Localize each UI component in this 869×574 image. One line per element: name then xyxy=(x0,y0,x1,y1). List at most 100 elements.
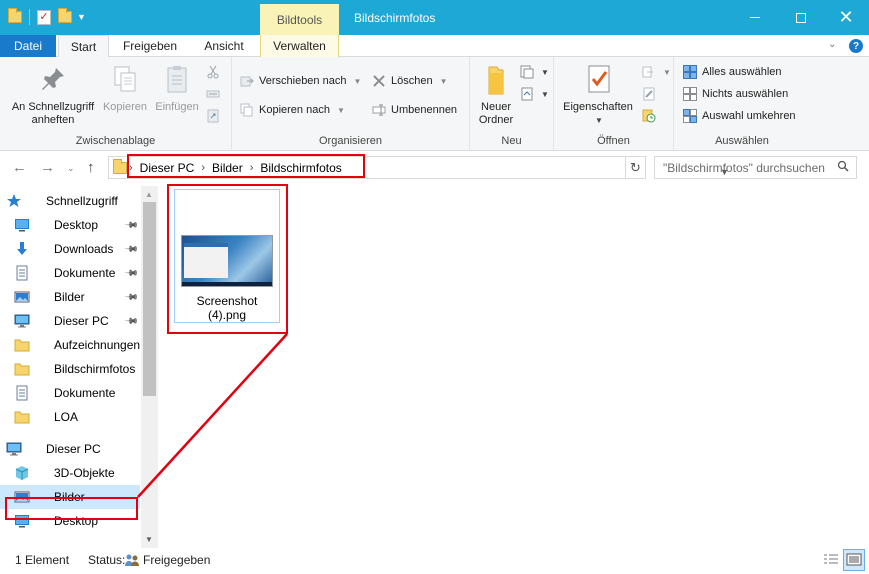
easy-access-button[interactable]: ▼ xyxy=(520,87,549,101)
sidebar-item-dokumente[interactable]: Dokumente 📌 xyxy=(0,261,140,285)
new-folder-button[interactable]: Neuer Ordner xyxy=(472,63,520,127)
new-item-icon xyxy=(520,65,534,79)
tab-freigeben[interactable]: Freigeben xyxy=(112,35,188,57)
sidebar-item-bildschirmfotos[interactable]: Bildschirmfotos xyxy=(0,357,140,381)
rename-icon xyxy=(372,103,386,117)
highlight-file xyxy=(167,184,288,334)
group-organisieren: Verschieben nach ▼ Kopieren nach ▼ Löschen… xyxy=(232,57,470,151)
sidebar-item-dokumente[interactable]: Dokumente xyxy=(0,381,140,405)
folder-icon[interactable] xyxy=(8,8,22,23)
paste-label: Einfügen xyxy=(155,101,199,113)
cube-icon xyxy=(14,465,30,481)
open-button[interactable]: ▼ xyxy=(642,65,671,79)
copy-path-button[interactable] xyxy=(206,87,220,101)
paste-shortcut-button[interactable] xyxy=(206,109,220,123)
sidebar-item-dieser-pc[interactable]: Dieser PC xyxy=(0,437,140,461)
pin-icon[interactable]: 📌 xyxy=(124,313,139,329)
group-label-oeffnen: Öffnen xyxy=(597,135,630,147)
details-view-icon[interactable] xyxy=(823,552,839,568)
invert-selection-label: Auswahl umkehren xyxy=(702,110,796,122)
star-icon xyxy=(6,193,22,209)
edit-icon xyxy=(642,87,656,101)
tab-datei[interactable]: Datei xyxy=(0,35,56,57)
sidebar-item-3d-objekte[interactable]: 3D-Objekte xyxy=(0,461,140,485)
tab-verwalten[interactable]: Verwalten xyxy=(260,35,339,57)
history-icon xyxy=(642,109,656,123)
large-icons-view-icon[interactable] xyxy=(843,549,865,571)
sidebar-item-label: Dokumente xyxy=(54,266,116,280)
sidebar-item-dieser-pc[interactable]: Dieser PC 📌 xyxy=(0,309,140,333)
pin-icon[interactable]: 📌 xyxy=(124,265,139,281)
maximize-button[interactable] xyxy=(778,0,824,35)
search-icon[interactable] xyxy=(837,160,849,175)
edit-button[interactable] xyxy=(642,87,656,101)
pin-icon[interactable]: 📌 xyxy=(124,241,139,257)
help-icon[interactable]: ? xyxy=(849,39,863,53)
sidebar-item-loa[interactable]: LOA xyxy=(0,405,140,429)
group-label-auswaehlen: Auswählen xyxy=(715,135,769,147)
properties-button[interactable]: Eigenschaften ▼ xyxy=(558,63,638,127)
recent-locations-icon[interactable]: ⌄ xyxy=(67,163,75,174)
copy-to-button[interactable]: Kopieren nach ▼ xyxy=(240,103,345,117)
copy-to-caret-icon: ▼ xyxy=(336,105,345,115)
move-to-icon xyxy=(240,74,254,88)
up-arrow-icon[interactable]: ↑ xyxy=(87,159,95,176)
cut-button[interactable] xyxy=(206,65,220,79)
sidebar-item-aufzeichnungen[interactable]: Aufzeichnungen xyxy=(0,333,140,357)
pin-quick-access-label: An Schnellzugriff anheften xyxy=(11,101,95,126)
pin-icon[interactable]: 📌 xyxy=(124,217,139,233)
easy-access-icon xyxy=(520,87,534,101)
delete-button[interactable]: Löschen ▼ xyxy=(372,74,448,88)
copy-to-label: Kopieren nach xyxy=(259,104,330,116)
computer-icon xyxy=(6,441,22,457)
ribbon: An Schnellzugriff anheften Kopieren Einf… xyxy=(0,57,869,151)
ribbon-collapse-icon[interactable]: ⌄ xyxy=(828,39,836,50)
pin-icon[interactable]: 📌 xyxy=(124,289,139,305)
properties-icon[interactable]: ✓ xyxy=(37,9,51,25)
sidebar-item-downloads[interactable]: Downloads 📌 xyxy=(0,237,140,261)
pin-quick-access-button[interactable]: An Schnellzugriff anheften xyxy=(6,63,100,127)
folder-icon xyxy=(14,337,30,353)
folder-icon xyxy=(14,361,30,377)
document-icon xyxy=(14,385,30,401)
copy-to-icon xyxy=(240,103,254,117)
select-all-button[interactable]: Alles auswählen xyxy=(683,65,782,79)
move-to-button[interactable]: Verschieben nach ▼ xyxy=(240,74,361,88)
tab-start[interactable]: Start xyxy=(58,35,109,58)
forward-arrow-icon[interactable]: → xyxy=(40,159,55,176)
sidebar-item-label: Aufzeichnungen xyxy=(54,338,141,352)
pin-icon xyxy=(37,63,69,95)
tab-ansicht[interactable]: Ansicht xyxy=(192,35,256,57)
group-label-zwischenablage: Zwischenablage xyxy=(75,135,156,147)
invert-selection-button[interactable]: Auswahl umkehren xyxy=(683,109,796,123)
rename-button[interactable]: Umbenennen xyxy=(372,103,457,117)
sidebar-item-schnellzugriff[interactable]: Schnellzugriff xyxy=(0,189,140,213)
history-button[interactable] xyxy=(642,109,656,123)
move-to-label: Verschieben nach xyxy=(259,75,347,87)
navigation-pane: Schnellzugriff Desktop 📌 Downloads 📌 Dokument… xyxy=(0,186,158,548)
new-folder-icon[interactable] xyxy=(58,8,72,23)
select-none-button[interactable]: Nichts auswählen xyxy=(683,87,788,101)
copy-button[interactable]: Kopieren xyxy=(100,63,150,114)
computer-icon xyxy=(14,313,30,329)
window-title: Bildschirmfotos xyxy=(354,11,436,25)
search-input[interactable]: "Bildschirmfotos" durchsuchen xyxy=(654,156,857,179)
highlight-nav-bilder xyxy=(5,497,138,520)
refresh-button[interactable]: ↻ xyxy=(625,156,646,179)
group-zwischenablage: An Schnellzugriff anheften Kopieren Einf… xyxy=(0,57,232,151)
sidebar-item-desktop[interactable]: Desktop 📌 xyxy=(0,213,140,237)
qat-dropdown-icon[interactable]: ▼ xyxy=(77,12,86,22)
sidebar-item-label: Bildschirmfotos xyxy=(54,362,136,376)
close-button[interactable]: ✕ xyxy=(823,0,869,35)
scroll-up-icon[interactable]: ▲ xyxy=(145,190,153,199)
document-icon xyxy=(14,265,30,281)
minimize-button[interactable] xyxy=(732,0,778,35)
paste-button[interactable]: Einfügen xyxy=(152,63,202,114)
back-arrow-icon[interactable]: ← xyxy=(12,159,27,176)
delete-caret-icon: ▼ xyxy=(439,76,448,86)
scroll-thumb[interactable] xyxy=(143,202,156,396)
scroll-down-icon[interactable]: ▼ xyxy=(145,535,153,544)
sidebar-item-bilder[interactable]: Bilder 📌 xyxy=(0,285,140,309)
nav-scrollbar[interactable]: ▲ ▼ xyxy=(141,186,158,548)
new-item-button[interactable]: ▼ xyxy=(520,65,549,79)
